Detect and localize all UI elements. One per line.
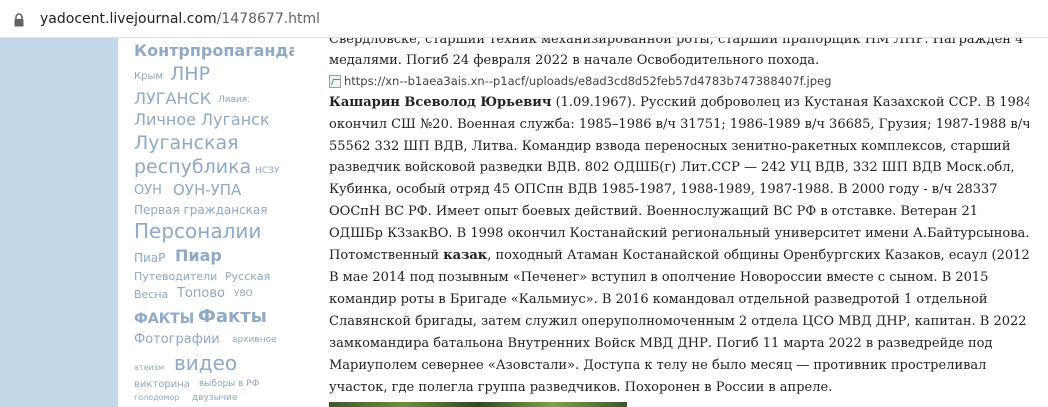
tag-link[interactable]: Личное (134, 112, 196, 128)
address-bar[interactable]: yadocent.livejournal.com/1478677.html (0, 0, 1048, 38)
image-alt-text: https://xn--b1aea3ais.xn--p1acf/uploads/… (344, 74, 832, 88)
article-line: ОДШБр КЗзакВО. В 1998 окончил Костанайск… (329, 226, 1029, 241)
tag-link[interactable]: Первая гражданская (134, 204, 267, 216)
article-line: участок, где полегла группа разведчиков.… (329, 380, 833, 395)
tag-link[interactable]: выборы в РФ (199, 380, 260, 389)
tag-link[interactable]: архивное (232, 336, 277, 345)
tag-link[interactable]: ФАКТЫ (134, 312, 194, 326)
person-name: Кашарин Всеволод Юрьевич (329, 95, 552, 110)
url-path: /1478677.html (216, 11, 321, 27)
article-body: Свердловске, старший техник механизирова… (329, 38, 1029, 407)
article-line: Мариуполем севернее «Азовстали». Доступа… (329, 358, 987, 373)
article-text: (1.09.1967). Русский доброволец из Куста… (551, 95, 1029, 110)
tag-link[interactable]: УВО (234, 290, 253, 299)
tag-link[interactable]: НСЗУ (255, 167, 279, 176)
article-line: В мае 2014 под позывным «Печенег» вступи… (329, 270, 989, 285)
article-line: медалями. Погиб 24 февраля 2022 в начале… (329, 53, 820, 68)
article-line: Кашарин Всеволод Юрьевич (1.09.1967). Ру… (329, 95, 1029, 110)
tag-link[interactable]: Весна (134, 289, 168, 300)
url-text[interactable]: yadocent.livejournal.com/1478677.html (40, 10, 320, 28)
tag-link[interactable]: Крым (134, 72, 163, 82)
tag-link[interactable]: голодомор (134, 394, 180, 402)
tag-link[interactable]: Персоналии (134, 221, 261, 241)
tag-link[interactable]: Контрпропаганда (134, 43, 294, 59)
article-photo-top-edge (329, 402, 627, 407)
broken-image[interactable]: https://xn--b1aea3ais.xn--p1acf/uploads/… (329, 74, 831, 88)
url-host: yadocent.livejournal.com (40, 11, 217, 27)
article-line: Кубинка, особый отряд 45 ОПСпн ВДВ 1985-… (329, 182, 998, 197)
tag-link[interactable]: Ливия. (218, 96, 250, 105)
tag-link[interactable]: двузычие (192, 394, 237, 403)
tag-link[interactable]: Русская (225, 271, 270, 282)
tag-link[interactable]: Факты (198, 308, 267, 326)
tag-link[interactable]: ОУН-УПА (173, 183, 241, 198)
article-line: разведчик войсковой разведки ВДВ. 802 ОД… (329, 160, 1015, 175)
tag-link[interactable]: ПиаР (134, 252, 165, 264)
tag-link[interactable]: ЛНР (170, 65, 210, 84)
tag-link[interactable]: видео (174, 353, 237, 373)
article-line: командир роты в Бригаде «Кальмиус». В 20… (329, 292, 988, 307)
bold-term: казак (443, 248, 488, 263)
article-line: Свердловске, старший техник механизирова… (329, 38, 1024, 47)
tag-cloud: Контрпропаганда Крым ЛНР ЛУГАНСК Ливия. … (134, 38, 294, 407)
tag-link[interactable]: Луганск (201, 112, 270, 128)
lock-icon[interactable] (14, 12, 24, 27)
tag-link[interactable]: Фотографии (134, 333, 220, 346)
tag-link[interactable]: викторина (134, 380, 190, 390)
article-line: ООСпН ВС РФ. Имеет опыт боевых действий.… (329, 204, 978, 219)
article-line: Потомственный казак, походный Атаман Кос… (329, 248, 1029, 263)
article-text: , походный Атаман Костанайской общины Ор… (487, 248, 1029, 263)
article-line: замкомандира батальона Внутренних Войск … (329, 336, 993, 351)
tag-link[interactable]: Луганская (134, 134, 239, 153)
tag-link[interactable]: Топово (177, 287, 225, 300)
tag-link[interactable]: Пиар (175, 248, 222, 264)
tag-link[interactable]: Путеводители (134, 271, 217, 282)
tag-link[interactable]: ЛУГАНСК (134, 91, 211, 107)
tag-link[interactable]: ОУН (134, 184, 162, 197)
article-line: окончил СШ №20. Военная служба: 1985–198… (329, 117, 1029, 132)
tag-link[interactable]: республика (134, 158, 251, 177)
broken-image-icon (329, 74, 341, 88)
left-gutter (0, 38, 118, 407)
tag-link[interactable]: атеизм (134, 364, 164, 372)
article-line: Славянской бригады, затем служил оперупо… (329, 314, 1027, 329)
article-line: 55562 332 ШП ВДВ, Литва. Командир взвода… (329, 139, 1011, 154)
article-text: Потомственный (329, 248, 444, 263)
